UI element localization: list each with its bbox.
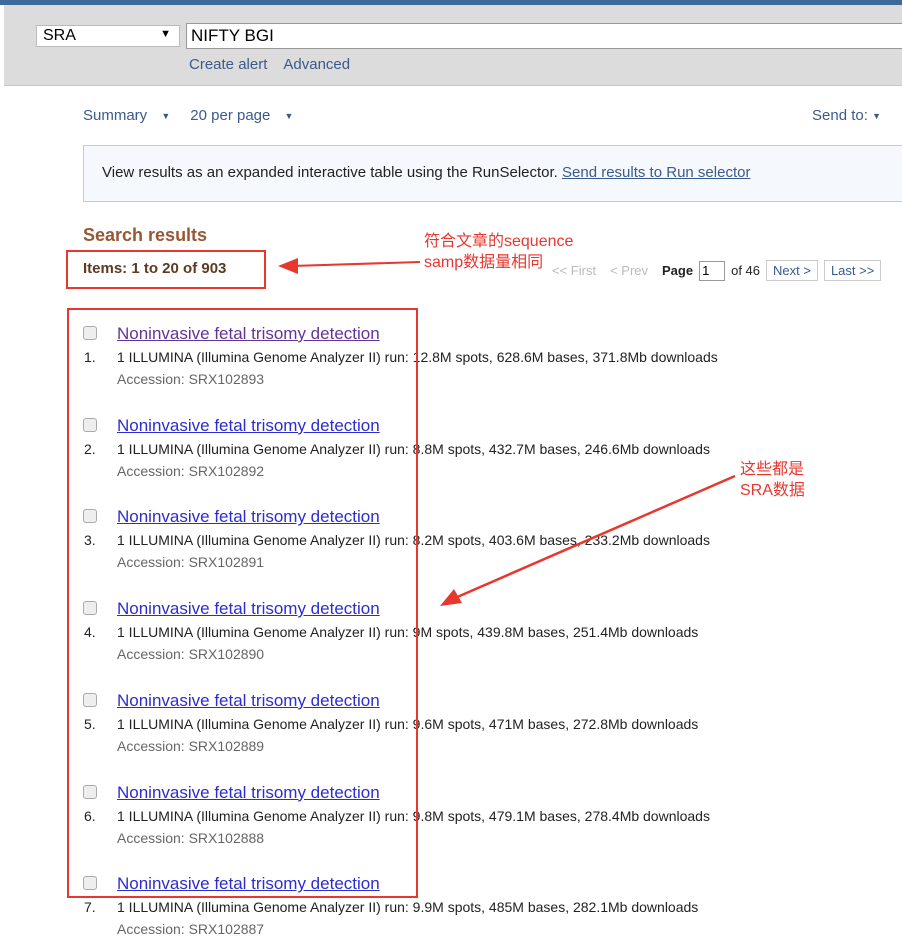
annotation-text: SRA数据 bbox=[740, 482, 805, 499]
annotation-note-sequence: 符合文章的sequence samp数据量相同 bbox=[424, 231, 573, 273]
annotation-text: 符合文章的sequence bbox=[424, 233, 574, 250]
annotation-note-sra: 这些都是 SRA数据 bbox=[740, 459, 805, 501]
annotation-text: samp数据量相同 bbox=[424, 254, 544, 271]
arrow-icon bbox=[278, 258, 421, 274]
arrow-icon bbox=[440, 474, 736, 606]
annotation-text: 这些都是 bbox=[740, 461, 805, 478]
